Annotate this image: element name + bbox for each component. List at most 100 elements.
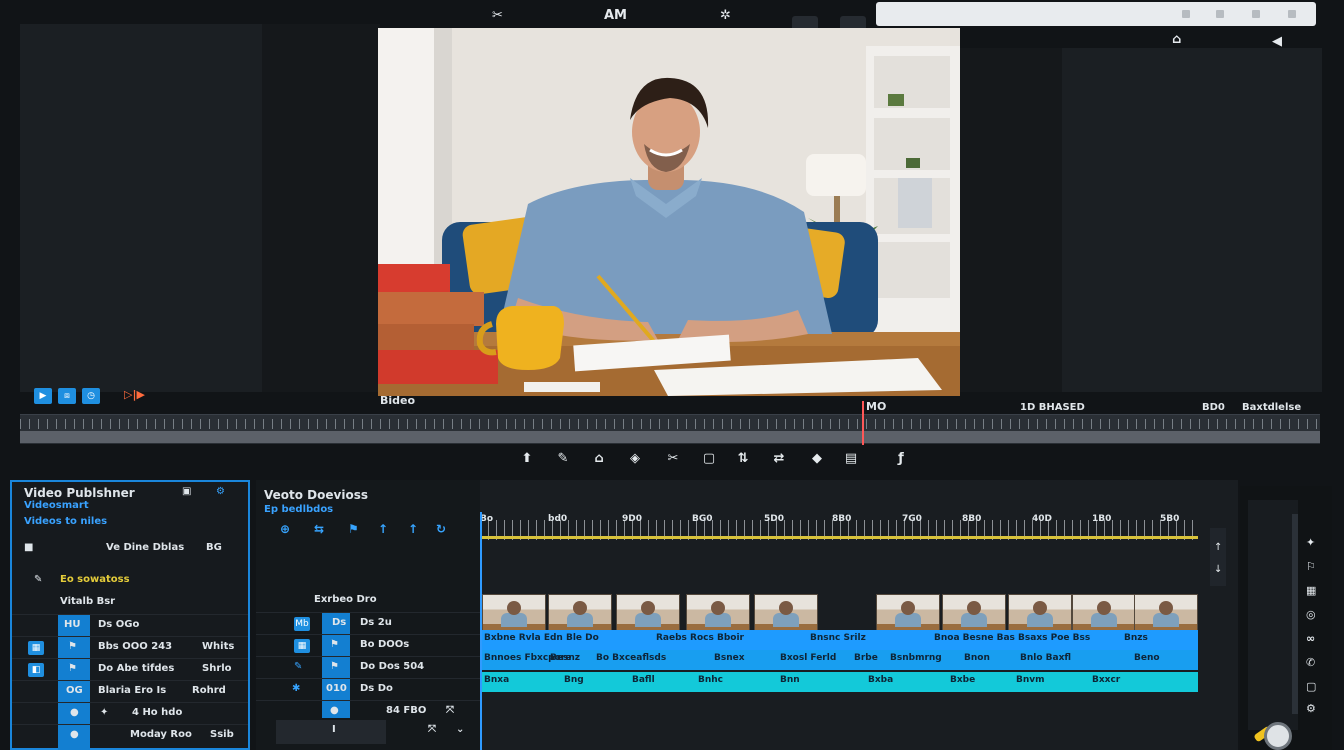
timeline-playhead[interactable] (480, 512, 482, 750)
close-icon[interactable] (1252, 10, 1260, 18)
row1-label: Ve Dine Dblas (106, 542, 185, 553)
video-clip[interactable] (876, 594, 940, 632)
effects-tool-icon[interactable]: ƒ (894, 452, 908, 466)
home-icon[interactable]: ⌂ (1172, 32, 1181, 47)
minimize-icon[interactable] (1182, 10, 1190, 18)
video-clip[interactable] (1008, 594, 1072, 632)
video-clip[interactable] (754, 594, 818, 632)
audio-track-3[interactable]: Bnxa Bng Bafll Bnhc Bnn Bxba Bxbe Bnvm B… (480, 672, 1198, 692)
chevron-up-icon[interactable]: ↑ (1214, 542, 1222, 553)
video-preview[interactable] (378, 28, 960, 396)
menu-icon[interactable] (1288, 10, 1296, 18)
scrub-playhead[interactable] (862, 401, 864, 445)
trim-tool-icon[interactable]: ✎ (556, 452, 570, 466)
back-icon[interactable]: ◀ (1272, 34, 1282, 49)
video-clip[interactable] (686, 594, 750, 632)
preview-label: Bideo (380, 394, 416, 407)
settings-label[interactable]: Baxtdlelse (1242, 402, 1301, 413)
scissor-icon[interactable]: ✂ (492, 8, 503, 23)
input-box[interactable]: I (276, 720, 386, 744)
settings-icon[interactable]: ⚙ (216, 486, 225, 497)
split-icon[interactable]: ⧈ (58, 388, 76, 404)
list-item[interactable]: ● Moday Roo Ssib (12, 724, 248, 746)
link-icon[interactable]: ∞ (1306, 632, 1318, 645)
inspector-panel (1062, 48, 1322, 392)
maximize-icon[interactable] (1216, 10, 1224, 18)
razor-tool-icon[interactable]: ✂ (666, 452, 680, 466)
share-icon[interactable]: ⇆ (314, 522, 324, 536)
link-icon[interactable]: ⊕ (280, 522, 290, 536)
list-item[interactable]: Mb Ds Ds 2u (256, 612, 480, 634)
folder-icon[interactable]: ■ (24, 542, 33, 553)
video-clip[interactable] (942, 594, 1006, 632)
video-clip[interactable] (1134, 594, 1198, 632)
clip-icon[interactable]: ◧ (28, 663, 44, 677)
grid-icon[interactable]: ✲ (720, 8, 731, 23)
star-icon[interactable]: ✱ (292, 683, 300, 694)
phone-icon[interactable]: ✆ (1306, 656, 1318, 669)
grid-icon[interactable]: ▦ (28, 641, 44, 655)
audio-track-1[interactable]: Bxbne Rvla Edn Ble Do Raebs Rocs Bboir B… (480, 630, 1198, 650)
ripple-tool-icon[interactable]: ⌂ (592, 452, 606, 466)
expand-icon[interactable]: ⤧ (446, 705, 454, 716)
target-icon[interactable]: ◎ (1306, 608, 1318, 621)
list-item[interactable]: ◧ ⚑ Do Abe tifdes Shrlo (12, 658, 248, 680)
scrub-track[interactable] (20, 431, 1320, 443)
preview-frame (378, 28, 960, 396)
pen-icon[interactable]: ✎ (34, 574, 42, 585)
marker-tool-icon[interactable]: ⇄ (772, 452, 786, 466)
list-item[interactable]: ✎ ⚑ Do Dos 504 (256, 656, 480, 678)
timeline-scrollbar[interactable]: ↑ ↓ (1210, 528, 1226, 586)
text-tool-label[interactable]: AM (604, 8, 627, 23)
clock-icon[interactable]: ◷ (82, 388, 100, 404)
lock-icon[interactable]: ▣ (182, 486, 191, 497)
flag-icon[interactable]: ⚑ (348, 522, 359, 536)
settings-icon[interactable]: ⚙ (1306, 702, 1318, 715)
video-clip[interactable] (482, 594, 546, 632)
audio-track-2[interactable]: Bnnoes Fbxcpore Besnz Bo Bxceaflsds Bsne… (480, 650, 1198, 670)
search-bar[interactable] (876, 2, 1316, 26)
video-clip[interactable] (548, 594, 612, 632)
arrow-up-icon[interactable]: ↑ (408, 522, 418, 536)
scrub-bar[interactable] (20, 401, 1320, 445)
list-item[interactable]: OG Blaria Ero Is Rohrd (12, 680, 248, 702)
play-icon[interactable]: ▶ (34, 388, 52, 404)
step-controls[interactable]: ▷|▶ (124, 388, 145, 401)
roll-tool-icon[interactable]: ◈ (628, 452, 642, 466)
grid-icon[interactable]: ▦ (294, 639, 310, 653)
pin-icon[interactable]: ⚐ (1306, 560, 1318, 573)
ruler-label: 5D0 (764, 514, 784, 524)
panel-subtitle: Videosmart (24, 500, 89, 511)
arrow-up-icon[interactable]: ↑ (378, 522, 388, 536)
cursor-icon: I (332, 724, 336, 735)
video-clip[interactable] (616, 594, 680, 632)
chevron-down-icon[interactable]: ⌄ (456, 724, 464, 735)
pin-icon: ✦ (100, 707, 109, 718)
transport-bar: ▶ ⧈ ◷ ▷|▶ Bideo MO 1D BHASED BD0 Baxtdle… (20, 384, 1320, 414)
list-item[interactable]: ▦ ⚑ Bbs OOO 243 Whits (12, 636, 248, 658)
list-item[interactable]: ▦ ⚑ Bo DOOs (256, 634, 480, 656)
fill-tool-icon[interactable]: ▤ (844, 452, 858, 466)
slip-tool-icon[interactable]: ⇅ (736, 452, 750, 466)
pen-icon[interactable]: ✎ (294, 661, 302, 672)
grid-icon[interactable]: ▦ (1306, 584, 1318, 597)
fit-icon[interactable]: ⤧ (428, 724, 436, 735)
ruler-label: 7G0 (902, 514, 922, 524)
star-icon[interactable]: ✦ (1306, 536, 1318, 549)
timeline[interactable]: Bo bd0 9D0 BG0 5D0 8B0 7G0 8B0 40D 1B0 5… (480, 480, 1238, 750)
crop-tool-icon[interactable]: ▢ (702, 452, 716, 466)
video-clip[interactable] (1072, 594, 1136, 632)
list-item[interactable]: ● ✦ 4 Ho hdo (12, 702, 248, 724)
work-area-bar[interactable] (480, 536, 1198, 539)
chevron-down-icon[interactable]: ↓ (1214, 564, 1222, 575)
media-bin (20, 24, 265, 392)
crop-icon[interactable]: ▢ (1306, 680, 1318, 693)
list-item[interactable]: HU Ds OGo (12, 614, 248, 636)
list-item[interactable]: ● 84 FBO ⤧ (256, 700, 480, 722)
volume-track[interactable] (1292, 514, 1298, 714)
list-item[interactable]: ✱ 010 Ds Do (256, 678, 480, 700)
volume-slider[interactable] (1248, 500, 1298, 730)
comment-tool-icon[interactable]: ◆ (810, 452, 824, 466)
refresh-icon[interactable]: ↻ (436, 522, 446, 536)
select-tool-icon[interactable]: ⬆ (520, 452, 534, 466)
